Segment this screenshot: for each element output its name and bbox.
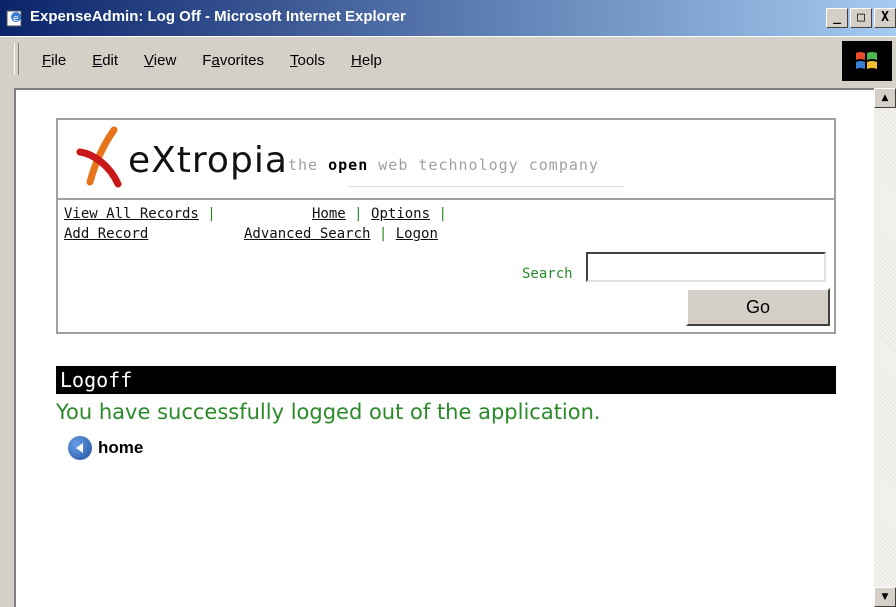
page-viewport: eXtropia the open web technology company… <box>14 88 874 607</box>
home-nav-link[interactable]: Home <box>312 206 346 222</box>
nav-separator: | <box>207 206 216 222</box>
home-link[interactable]: home <box>68 436 143 460</box>
advanced-search-link[interactable]: Advanced Search <box>244 226 370 242</box>
window-title: ExpenseAdmin: Log Off - Microsoft Intern… <box>30 8 406 25</box>
back-arrow-circle-icon <box>68 436 92 460</box>
view-all-records-link[interactable]: View All Records <box>64 206 199 222</box>
nav-separator: | <box>378 226 388 242</box>
site-header-box: eXtropia the open web technology company… <box>56 118 836 334</box>
add-record-link[interactable]: Add Record <box>64 226 148 242</box>
logo-area: eXtropia the open web technology company <box>58 120 834 200</box>
nav-separator: | <box>354 206 363 222</box>
window-controls: _ □ X <box>826 8 896 30</box>
go-button[interactable]: Go <box>686 288 830 326</box>
menu-edit[interactable]: Edit <box>92 52 118 69</box>
logon-link[interactable]: Logon <box>396 226 438 242</box>
menu-favorites[interactable]: Favorites <box>202 52 264 69</box>
scroll-down-icon[interactable]: ▼ <box>874 587 896 607</box>
search-input[interactable] <box>586 252 826 282</box>
maximize-button[interactable]: □ <box>850 8 872 28</box>
windows-logo-icon <box>842 41 892 81</box>
search-label: Search <box>522 266 573 282</box>
menu-items: File Edit View Favorites Tools Help <box>42 52 408 69</box>
logoff-heading: Logoff <box>56 366 836 394</box>
menu-tools[interactable]: Tools <box>290 52 325 69</box>
options-link[interactable]: Options <box>371 206 430 222</box>
home-link-label: home <box>98 438 144 457</box>
vertical-scrollbar[interactable]: ▲ ▼ <box>874 88 896 607</box>
menu-bar: File Edit View Favorites Tools Help <box>0 36 896 86</box>
nav-separator: | <box>438 206 447 222</box>
scroll-up-icon[interactable]: ▲ <box>874 88 896 108</box>
logo-name: eXtropia <box>128 140 288 181</box>
menu-help[interactable]: Help <box>351 52 382 69</box>
extropia-logo-icon <box>76 126 122 188</box>
ie-page-icon: e <box>6 10 22 27</box>
title-bar: e ExpenseAdmin: Log Off - Microsoft Inte… <box>0 0 896 36</box>
close-button[interactable]: X <box>874 8 896 28</box>
minimize-button[interactable]: _ <box>826 8 848 28</box>
toolbar-grip[interactable] <box>14 43 19 75</box>
menu-view[interactable]: View <box>144 52 176 69</box>
menu-file[interactable]: File <box>42 52 66 69</box>
divider <box>348 186 624 187</box>
svg-text:e: e <box>13 14 19 24</box>
tagline: the open web technology company <box>288 156 599 174</box>
logoff-message: You have successfully logged out of the … <box>56 400 601 424</box>
